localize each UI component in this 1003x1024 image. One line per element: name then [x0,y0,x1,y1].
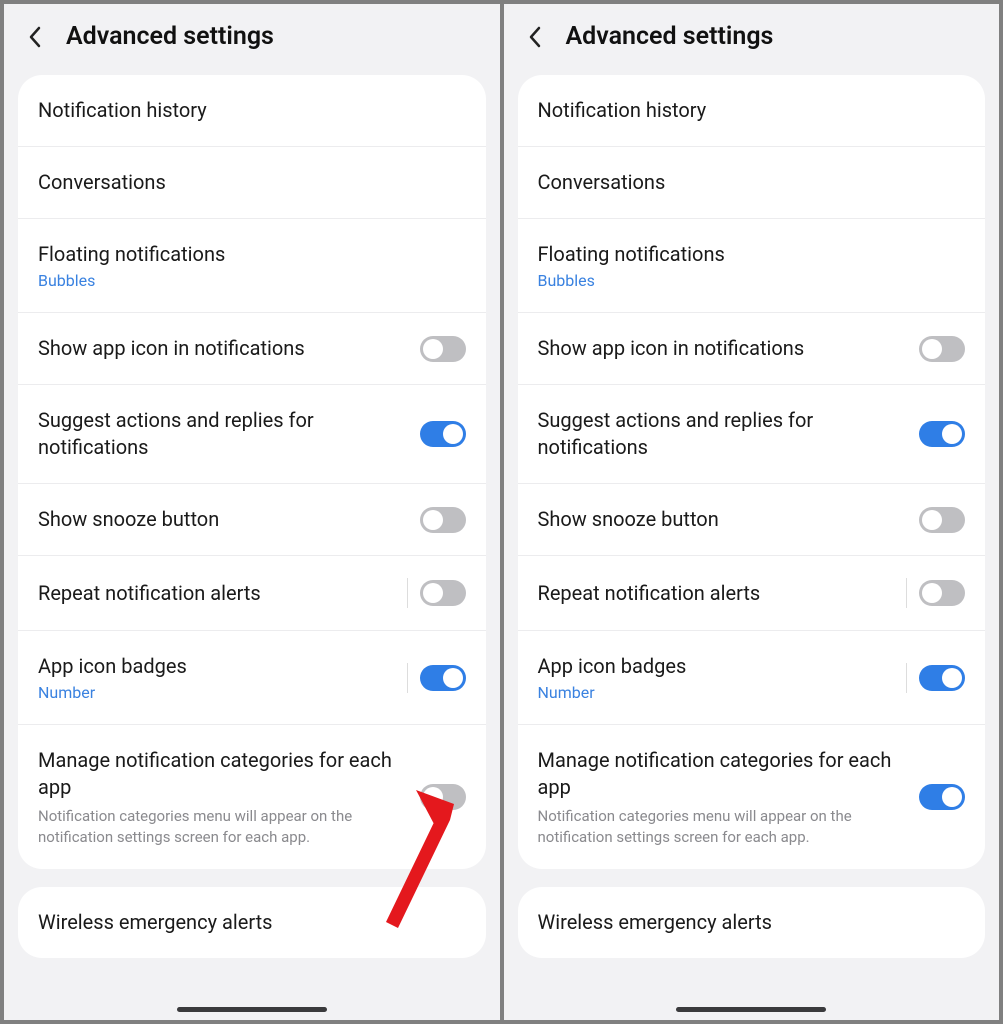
toggle-suggest-actions[interactable] [919,421,965,447]
row-label: Repeat notification alerts [538,580,901,607]
row-subtext: Bubbles [538,271,966,290]
row-label: Suggest actions and replies for notifica… [538,407,920,461]
row-label: Floating notifications [538,241,966,268]
chevron-left-icon [28,26,42,48]
page-title: Advanced settings [66,22,274,51]
row-show-snooze[interactable]: Show snooze button [18,484,486,556]
toggle-suggest-actions[interactable] [420,421,466,447]
page-title: Advanced settings [566,22,774,51]
row-app-icon-badges[interactable]: App icon badges Number [18,631,486,725]
row-label: Notification history [38,97,466,124]
row-label: Show app icon in notifications [538,335,920,362]
header: Advanced settings [504,4,1000,75]
phone-screen-left: Advanced settings Notification history C… [4,4,500,1020]
back-button[interactable] [526,28,544,46]
toggle-repeat-alerts[interactable] [919,580,965,606]
row-description: Notification categories menu will appear… [38,806,420,847]
settings-group-alerts: Wireless emergency alerts [18,887,486,958]
row-wireless-emergency[interactable]: Wireless emergency alerts [518,887,986,958]
toggle-show-snooze[interactable] [420,507,466,533]
row-manage-categories[interactable]: Manage notification categories for each … [18,725,486,869]
toggle-app-icon-badges[interactable] [420,665,466,691]
row-conversations[interactable]: Conversations [518,147,986,219]
header: Advanced settings [4,4,500,75]
row-show-snooze[interactable]: Show snooze button [518,484,986,556]
row-label: Suggest actions and replies for notifica… [38,407,420,461]
phone-screen-right: Advanced settings Notification history C… [504,4,1000,1020]
row-label: Wireless emergency alerts [38,909,466,936]
toggle-manage-categories[interactable] [420,784,466,810]
row-suggest-actions[interactable]: Suggest actions and replies for notifica… [18,385,486,484]
row-floating-notifications[interactable]: Floating notifications Bubbles [18,219,486,313]
toggle-manage-categories[interactable] [919,784,965,810]
toggle-show-app-icon[interactable] [919,336,965,362]
row-label: App icon badges [538,653,901,680]
row-wireless-emergency[interactable]: Wireless emergency alerts [18,887,486,958]
settings-group-main: Notification history Conversations Float… [518,75,986,869]
row-label: Conversations [38,169,466,196]
row-show-app-icon[interactable]: Show app icon in notifications [518,313,986,385]
row-show-app-icon[interactable]: Show app icon in notifications [18,313,486,385]
row-manage-categories[interactable]: Manage notification categories for each … [518,725,986,869]
row-label: Floating notifications [38,241,466,268]
row-label: Manage notification categories for each … [38,747,420,801]
row-description: Notification categories menu will appear… [538,806,920,847]
row-suggest-actions[interactable]: Suggest actions and replies for notifica… [518,385,986,484]
row-subtext: Number [38,683,401,702]
row-label: App icon badges [38,653,401,680]
row-notification-history[interactable]: Notification history [518,75,986,147]
row-label: Manage notification categories for each … [538,747,920,801]
settings-group-alerts: Wireless emergency alerts [518,887,986,958]
home-indicator[interactable] [177,1007,327,1012]
row-label: Show app icon in notifications [38,335,420,362]
toggle-app-icon-badges[interactable] [919,665,965,691]
back-button[interactable] [26,28,44,46]
settings-group-main: Notification history Conversations Float… [18,75,486,869]
chevron-left-icon [528,26,542,48]
row-label: Show snooze button [538,506,920,533]
toggle-show-snooze[interactable] [919,507,965,533]
row-label: Show snooze button [38,506,420,533]
vertical-divider [407,578,408,608]
row-repeat-alerts[interactable]: Repeat notification alerts [18,556,486,631]
row-notification-history[interactable]: Notification history [18,75,486,147]
vertical-divider [906,663,907,693]
row-label: Notification history [538,97,966,124]
row-label: Wireless emergency alerts [538,909,966,936]
row-subtext: Number [538,683,901,702]
row-repeat-alerts[interactable]: Repeat notification alerts [518,556,986,631]
row-label: Conversations [538,169,966,196]
row-floating-notifications[interactable]: Floating notifications Bubbles [518,219,986,313]
row-subtext: Bubbles [38,271,466,290]
vertical-divider [407,663,408,693]
row-label: Repeat notification alerts [38,580,401,607]
vertical-divider [906,578,907,608]
row-app-icon-badges[interactable]: App icon badges Number [518,631,986,725]
home-indicator[interactable] [676,1007,826,1012]
row-conversations[interactable]: Conversations [18,147,486,219]
toggle-repeat-alerts[interactable] [420,580,466,606]
toggle-show-app-icon[interactable] [420,336,466,362]
